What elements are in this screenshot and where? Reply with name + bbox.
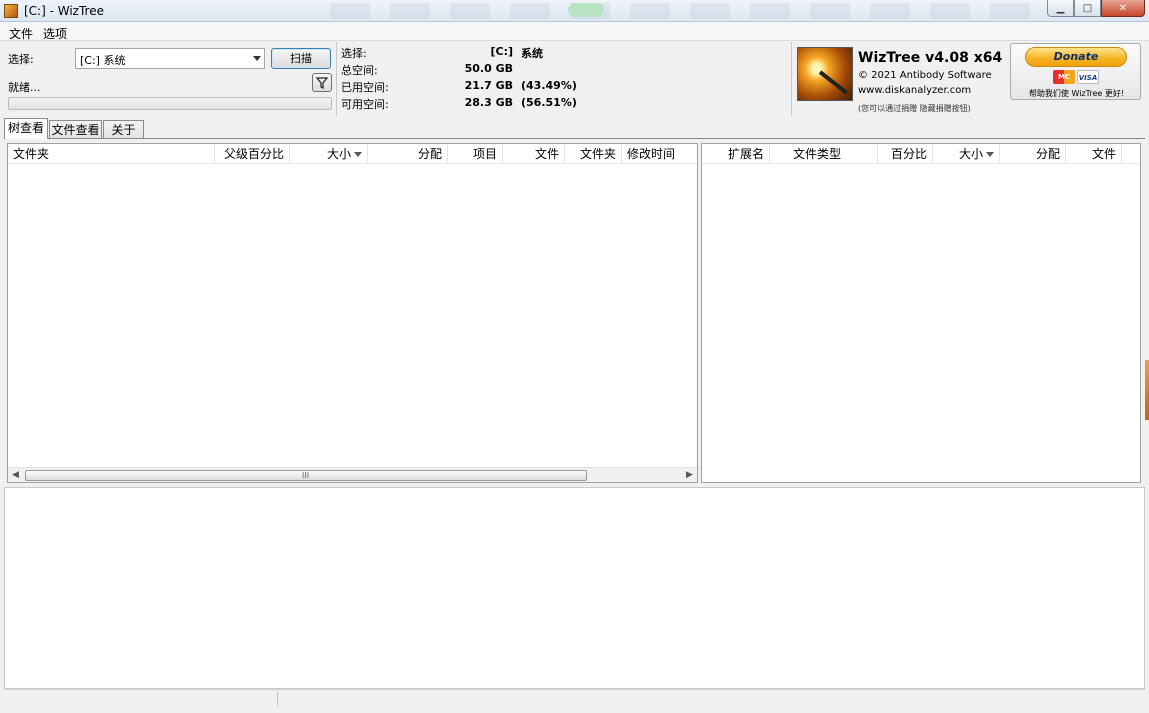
wiztree-logo: [797, 47, 853, 101]
donate-button-box[interactable]: Donate MC VISA 帮助我们使 WizTree 更好!: [1010, 43, 1141, 100]
col-type-size[interactable]: 大小: [933, 144, 1000, 164]
title-bar: [C:] - WizTree ▁ □ ✕: [0, 0, 1149, 22]
menu-bar: 文件 选项: [0, 22, 1149, 41]
col-size[interactable]: 大小: [290, 144, 368, 164]
donate-note: (您可以通过捐赠 隐藏捐赠按钮): [858, 104, 971, 113]
status-separator: [277, 692, 278, 706]
scrollbar-thumb[interactable]: III: [25, 470, 587, 481]
col-type-size-label: 大小: [958, 147, 983, 161]
col-type-files[interactable]: 文件: [1066, 144, 1122, 164]
scan-button[interactable]: 扫描: [271, 48, 331, 69]
col-files[interactable]: 文件: [503, 144, 565, 164]
visa-icon: VISA: [1077, 70, 1099, 84]
info-used-label: 已用空间:: [341, 81, 389, 94]
donate-panel: Donate MC VISA 帮助我们使 WizTree 更好!: [1006, 42, 1149, 116]
folder-tree-pane[interactable]: 文件夹 父级百分比 大小 分配 项目 文件 文件夹 修改时间 ◀ III ▶: [7, 143, 698, 483]
donate-help-text: 帮助我们使 WizTree 更好!: [1028, 89, 1125, 98]
drive-select-value: [C:] 系统: [80, 54, 126, 67]
tab-divider: [4, 138, 1145, 139]
col-file-type[interactable]: 文件类型: [788, 144, 878, 164]
status-text: 就绪...: [8, 81, 41, 94]
info-select-label: 选择:: [341, 47, 367, 60]
maximize-button[interactable]: □: [1074, 0, 1101, 17]
col-type-allocated[interactable]: 分配: [1000, 144, 1066, 164]
minimize-button[interactable]: ▁: [1047, 0, 1074, 17]
horizontal-scrollbar[interactable]: ◀ III ▶: [8, 467, 697, 482]
tab-file-view[interactable]: 文件查看: [49, 120, 102, 139]
select-label: 选择:: [8, 53, 34, 66]
copyright-text: © 2021 Antibody Software: [858, 70, 992, 81]
background-window-edge: [1145, 360, 1149, 420]
col-allocated[interactable]: 分配: [368, 144, 448, 164]
file-type-pane[interactable]: 扩展名 文件类型 百分比 大小 分配 文件: [701, 143, 1141, 483]
mastercard-icon: MC: [1053, 70, 1075, 84]
chevron-down-icon: [253, 56, 261, 61]
menu-options[interactable]: 选项: [43, 25, 67, 42]
info-free-value: 28.3 GB: [464, 96, 513, 109]
sort-desc-icon: [354, 152, 362, 157]
tab-about[interactable]: 关于: [103, 120, 144, 139]
filter-button[interactable]: [312, 73, 332, 92]
website-link[interactable]: www.diskanalyzer.com: [858, 85, 971, 96]
donate-button[interactable]: Donate: [1025, 47, 1127, 67]
folder-tree-header: 文件夹 父级百分比 大小 分配 项目 文件 文件夹 修改时间: [8, 144, 697, 164]
background-ghost-green: [568, 3, 604, 17]
about-panel: WizTree v4.08 x64 © 2021 Antibody Softwa…: [791, 42, 1006, 116]
col-extension[interactable]: 扩展名: [702, 144, 770, 164]
scan-panel: 选择: [C:] 系统 扫描 就绪...: [0, 42, 334, 116]
close-button[interactable]: ✕: [1101, 0, 1145, 17]
info-free-label: 可用空间:: [341, 98, 389, 111]
col-percent[interactable]: 百分比: [878, 144, 933, 164]
col-folder[interactable]: 文件夹: [8, 144, 215, 164]
app-icon: [4, 4, 18, 18]
scan-progress-bar: [8, 97, 332, 110]
sort-desc-icon: [986, 152, 994, 157]
info-drive: [C:]: [490, 45, 513, 58]
menu-file[interactable]: 文件: [9, 25, 33, 42]
col-size-label: 大小: [326, 147, 351, 161]
scrollbar-grip: III: [302, 471, 310, 480]
info-total-label: 总空间:: [341, 64, 378, 77]
info-used-value: 21.7 GB: [464, 79, 513, 92]
window-controls: ▁ □ ✕: [1047, 0, 1145, 17]
info-select-row: 选择: [C:] 系统: [341, 45, 781, 62]
window-title: [C:] - WizTree: [24, 4, 104, 18]
info-total-row: 总空间: 50.0 GB: [341, 62, 781, 79]
tab-tree-view[interactable]: 树查看: [4, 118, 48, 139]
info-free-row: 可用空间: 28.3 GB (56.51%): [341, 96, 781, 113]
app-version-title: WizTree v4.08 x64: [858, 50, 1003, 66]
status-bar: [4, 689, 1145, 707]
col-modified[interactable]: 修改时间: [622, 144, 697, 164]
wand-icon: [818, 70, 849, 95]
col-items[interactable]: 项目: [448, 144, 503, 164]
info-drive-name: 系统: [521, 47, 543, 60]
col-parent-percent[interactable]: 父级百分比: [215, 144, 290, 164]
file-type-header: 扩展名 文件类型 百分比 大小 分配 文件: [702, 144, 1140, 164]
info-used-row: 已用空间: 21.7 GB (43.49%): [341, 79, 781, 96]
scroll-left-icon[interactable]: ◀: [12, 470, 19, 480]
scroll-right-icon[interactable]: ▶: [686, 470, 693, 480]
col-folders[interactable]: 文件夹: [565, 144, 622, 164]
background-ghost: [330, 3, 1030, 19]
drive-select[interactable]: [C:] 系统: [75, 48, 265, 69]
info-total-value: 50.0 GB: [464, 62, 513, 75]
treemap-area[interactable]: [4, 487, 1145, 689]
info-free-percent: (56.51%): [521, 96, 577, 109]
filter-icon: [316, 76, 328, 89]
drive-info-panel: 选择: [C:] 系统 总空间: 50.0 GB 已用空间: 21.7 GB (…: [336, 42, 790, 116]
info-used-percent: (43.49%): [521, 79, 577, 92]
